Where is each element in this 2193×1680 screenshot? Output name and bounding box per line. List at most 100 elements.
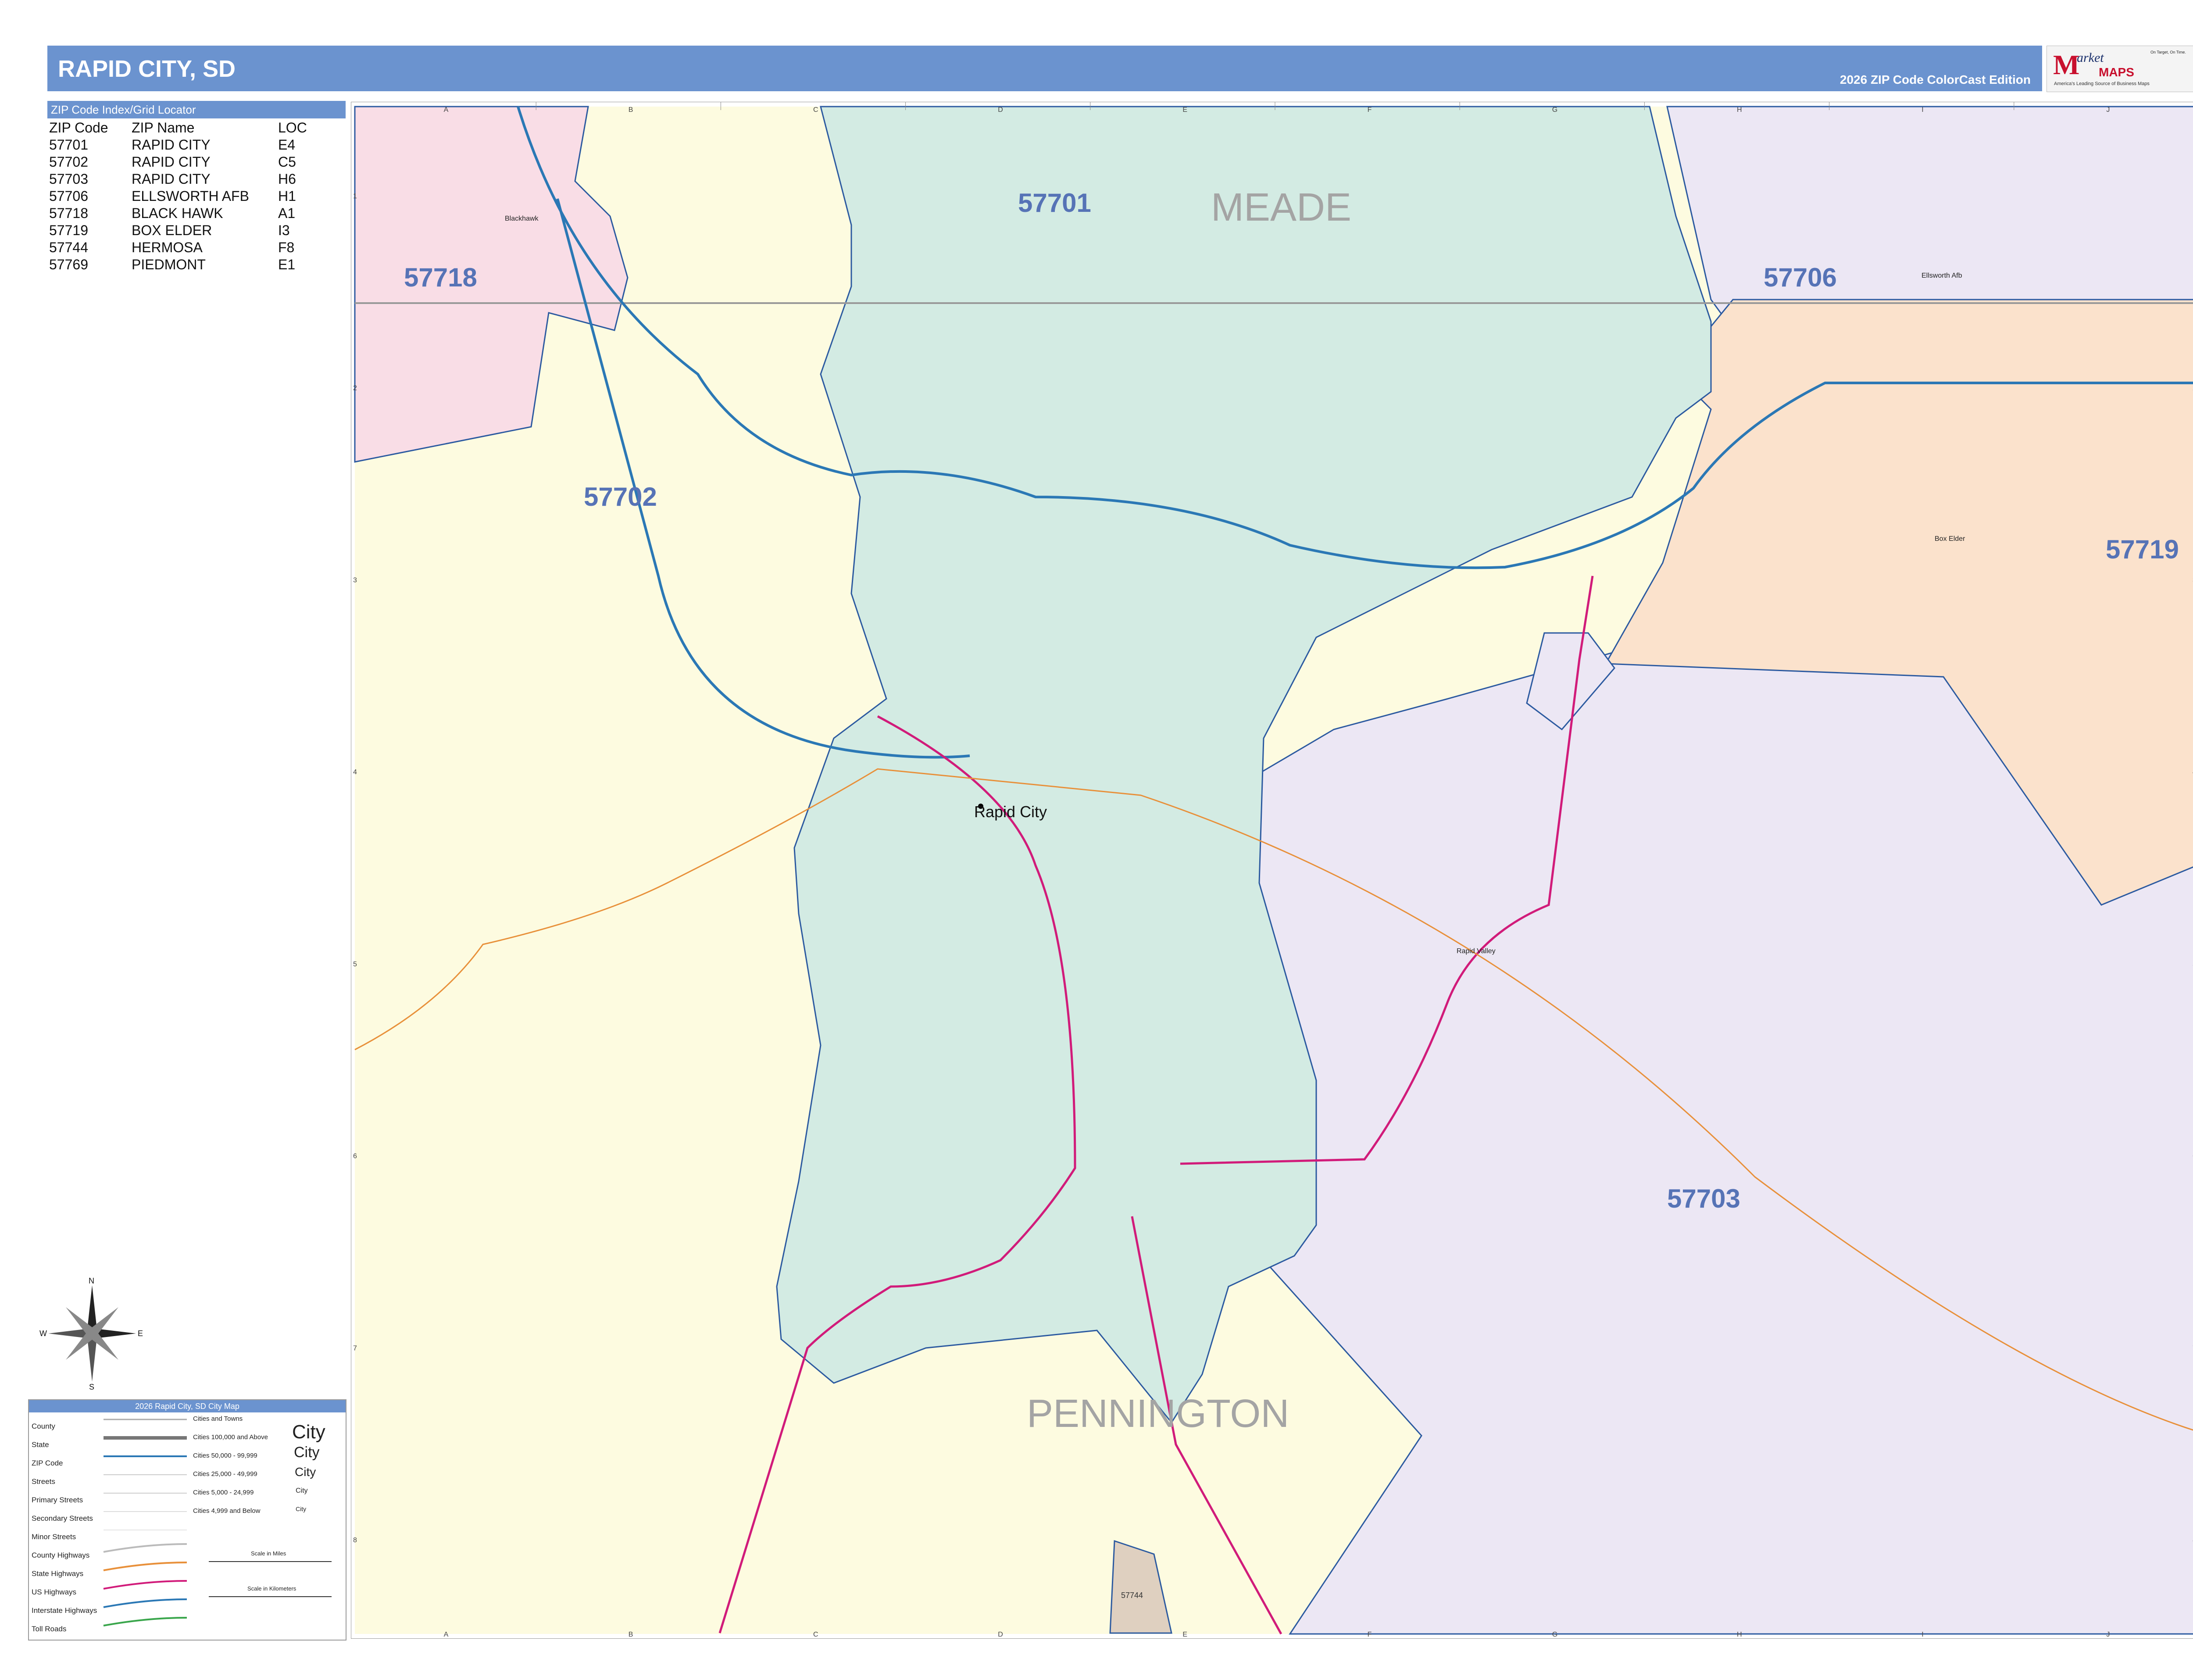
legend-item-state-hwy: State Highways: [32, 1569, 84, 1578]
zip-label[interactable]: 57703: [1667, 1184, 1740, 1213]
table-row: 57701 RAPID CITY E4: [49, 136, 331, 154]
county-label: PENNINGTON: [1027, 1392, 1289, 1436]
legend-city-class: Cities and Towns: [193, 1415, 243, 1423]
city-label-box-elder[interactable]: Box Elder: [1935, 535, 1965, 543]
zip-code-cell: 57769: [49, 257, 88, 272]
legend-item-state: State: [32, 1441, 49, 1449]
city-label-ellsworth[interactable]: Ellsworth Afb: [1922, 272, 1962, 279]
legend-item-secondary: Secondary Streets: [32, 1514, 93, 1523]
legend-item-county: County: [32, 1422, 55, 1430]
zip-loc-cell: H1: [278, 188, 296, 204]
zip-code-cell: 57703: [49, 171, 88, 187]
compass-rose: N S E W: [39, 1276, 145, 1391]
zip-label[interactable]: 57702: [584, 482, 657, 511]
zip-label[interactable]: 57719: [2106, 535, 2179, 564]
legend-city-sample: City: [294, 1444, 320, 1461]
zip-code-cell: 57702: [49, 154, 88, 170]
county-label: MEADE: [1211, 186, 1351, 229]
compass-w: W: [39, 1329, 47, 1338]
map-canvas[interactable]: 57701 57702 57703 57706 57718 57719 5774…: [351, 102, 2193, 1638]
grid-column-label: J: [2106, 106, 2110, 114]
grid-column-label: I: [1922, 106, 1923, 114]
grid-column-label: H: [1737, 106, 1742, 114]
grid-column-label: G: [1552, 106, 1557, 114]
zip-name-cell: RAPID CITY: [132, 171, 211, 187]
table-row: 57718 BLACK HAWK A1: [49, 205, 331, 222]
map-legend: 2026 Rapid City, SD City Map County Stat…: [28, 1399, 346, 1641]
logo-slogan-text: On Target, On Time.: [2150, 50, 2186, 54]
grid-column-label: F: [1368, 106, 1372, 114]
zip-name-cell: ELLSWORTH AFB: [132, 188, 249, 204]
legend-city-class: Cities 4,999 and Below: [193, 1507, 261, 1515]
grid-column-label: G: [1552, 1631, 1557, 1638]
map-frame[interactable]: 57701 57702 57703 57706 57718 57719 5774…: [351, 102, 2193, 1639]
grid-column-label: C: [813, 1631, 818, 1638]
grid-row-label: 8: [353, 1537, 357, 1544]
city-label-rapid-city[interactable]: Rapid City: [974, 803, 1047, 821]
zip-code-cell: 57744: [49, 239, 88, 255]
logo-slogan: On Target, On Time.: [2150, 50, 2193, 55]
legend-scale-miles: Scale in Miles: [251, 1550, 286, 1557]
column-header: ZIP Code: [49, 120, 108, 136]
zip-index-table: ZIP Code ZIP Name LOC 57701 RAPID CITY E4 …: [49, 119, 331, 273]
grid-row-label: 3: [353, 576, 357, 584]
grid-column-label: D: [998, 1631, 1003, 1638]
zip-code-cell: 57706: [49, 188, 88, 204]
legend-city-sample: City: [296, 1505, 307, 1512]
legend-item-toll: Toll Roads: [32, 1625, 67, 1633]
zip-label[interactable]: 57701: [1018, 188, 1091, 218]
zip-name-cell: BLACK HAWK: [132, 205, 223, 221]
city-label-blackhawk[interactable]: Blackhawk: [505, 215, 539, 222]
legend-item-streets: Streets: [32, 1477, 55, 1486]
legend-item-county-hwy: County Highways: [32, 1551, 90, 1559]
grid-column-label: B: [629, 106, 633, 114]
grid-column-label: D: [998, 106, 1003, 114]
grid-column-label: F: [1368, 1631, 1372, 1638]
logo-tagline: America's Leading Source of Business Map…: [2054, 81, 2150, 86]
table-row: 57744 HERMOSA F8: [49, 239, 331, 256]
map-title: RAPID CITY, SD: [58, 56, 236, 82]
zip-code-cell: 57719: [49, 222, 88, 238]
logo-maps: MAPS: [2099, 65, 2134, 79]
zip-name-cell: BOX ELDER: [132, 222, 212, 238]
zip-label[interactable]: 57744: [1121, 1591, 1143, 1600]
grid-row-label: 2: [353, 385, 357, 392]
grid-column-label: J: [2106, 1631, 2110, 1638]
grid-column-label: A: [444, 1631, 449, 1638]
zip-loc-cell: I3: [278, 222, 290, 238]
zip-code-cell: 57701: [49, 137, 88, 153]
legend-item-zip: ZIP Code: [32, 1459, 63, 1467]
table-row: 57706 ELLSWORTH AFB H1: [49, 188, 331, 205]
zip-loc-cell: E1: [278, 257, 296, 272]
legend-city-sample: City: [296, 1487, 308, 1494]
zip-label[interactable]: 57706: [1764, 263, 1837, 292]
city-label-rapid-valley[interactable]: Rapid Valley: [1457, 947, 1496, 955]
compass-n: N: [89, 1276, 94, 1285]
zip-loc-cell: C5: [278, 154, 296, 170]
compass-s: S: [89, 1383, 94, 1390]
zip-name-cell: PIEDMONT: [132, 257, 206, 272]
title-bar: RAPID CITY, SD 2026 ZIP Code ColorCast E…: [47, 46, 2042, 91]
legend-header: 2026 Rapid City, SD City Map: [29, 1400, 346, 1412]
grid-column-label: H: [1737, 1631, 1742, 1638]
legend-city-class: Cities 5,000 - 24,999: [193, 1489, 254, 1496]
grid-column-label: I: [1922, 1631, 1923, 1638]
grid-column-label: E: [1182, 106, 1187, 114]
zip-index-panel: ZIP Code Index/Grid Locator ZIP Code ZIP…: [47, 101, 346, 285]
legend-city-sample: City: [295, 1465, 316, 1479]
zip-label[interactable]: 57718: [404, 263, 477, 292]
zip-loc-cell: A1: [278, 205, 296, 221]
grid-row-label: 4: [353, 769, 357, 776]
grid-column-label: C: [813, 106, 818, 114]
edition-label: 2026 ZIP Code ColorCast Edition: [1839, 73, 2031, 86]
column-header: LOC: [278, 120, 307, 136]
zip-name-cell: RAPID CITY: [132, 154, 211, 170]
table-row: 57702 RAPID CITY C5: [49, 154, 331, 171]
zip-loc-cell: E4: [278, 137, 296, 153]
zip-name-cell: HERMOSA: [132, 239, 203, 255]
compass-e: E: [138, 1329, 143, 1338]
legend-item-us-hwy: US Highways: [32, 1588, 77, 1596]
zip-index-header: ZIP Code Index/Grid Locator: [47, 101, 346, 118]
market-maps-logo: M arket MAPS America's Leading Source of…: [2047, 46, 2193, 92]
grid-row-label: 1: [353, 193, 357, 200]
